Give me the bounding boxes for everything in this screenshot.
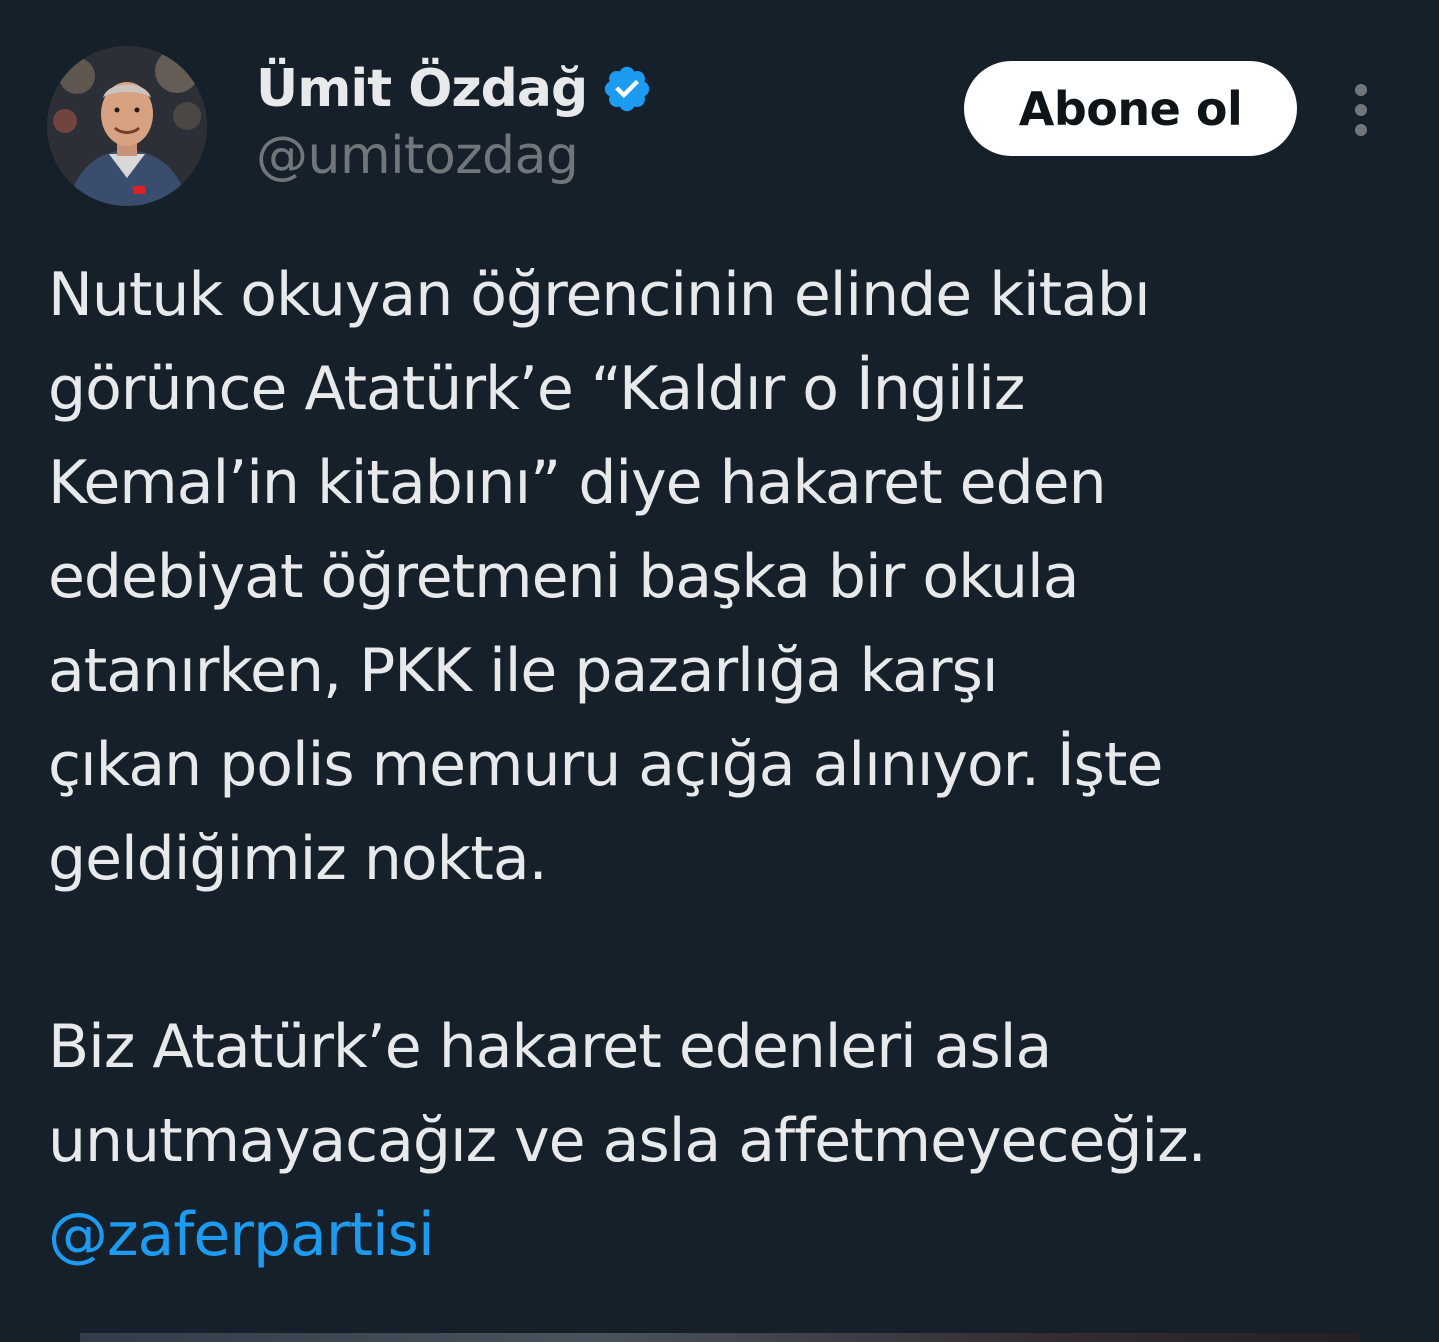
verified-badge-icon[interactable] [601, 63, 653, 115]
mention-line: @zaferpartisi [48, 1188, 1378, 1282]
avatar[interactable] [47, 46, 207, 206]
tweet-card: Ümit Özdağ @umitozdag Abone ol Nutuk oku… [0, 0, 1439, 1342]
user-handle[interactable]: @umitozdag [256, 126, 579, 186]
tweet-text-line: edebiyat öğretmeni başka bir okula [48, 542, 1079, 612]
tweet-text-line: Nutuk okuyan öğrencinin elinde kitabı [48, 260, 1151, 330]
tweet-text: Nutuk okuyan öğrencinin elinde kitabı gö… [48, 248, 1378, 1282]
tweet-text-line: unutmayacağız ve asla affetmeyeceğiz. [48, 1106, 1207, 1176]
avatar-image [47, 46, 207, 206]
tweet-text-line: Kemal’in kitabını” diye hakaret eden [48, 448, 1107, 518]
tweet-text-line: görünce Atatürk’e “Kaldır o İngiliz [48, 354, 1025, 424]
tweet-text-line: geldiğimiz nokta. [48, 824, 548, 894]
tweet-text-line: Biz Atatürk’e hakaret edenleri asla [48, 1012, 1052, 1082]
tweet-text-line: atanırken, PKK ile pazarlığa karşı [48, 636, 999, 706]
tweet-text-line: çıkan polis memuru açığa alınıyor. İşte [48, 730, 1163, 800]
follow-button[interactable]: Abone ol [964, 61, 1297, 156]
next-content-edge [80, 1333, 1360, 1342]
more-vertical-icon[interactable] [1341, 80, 1381, 140]
mention-link[interactable]: @zaferpartisi [48, 1200, 435, 1270]
display-name[interactable]: Ümit Özdağ [256, 59, 588, 119]
user-name-row: Ümit Özdağ [256, 52, 653, 126]
